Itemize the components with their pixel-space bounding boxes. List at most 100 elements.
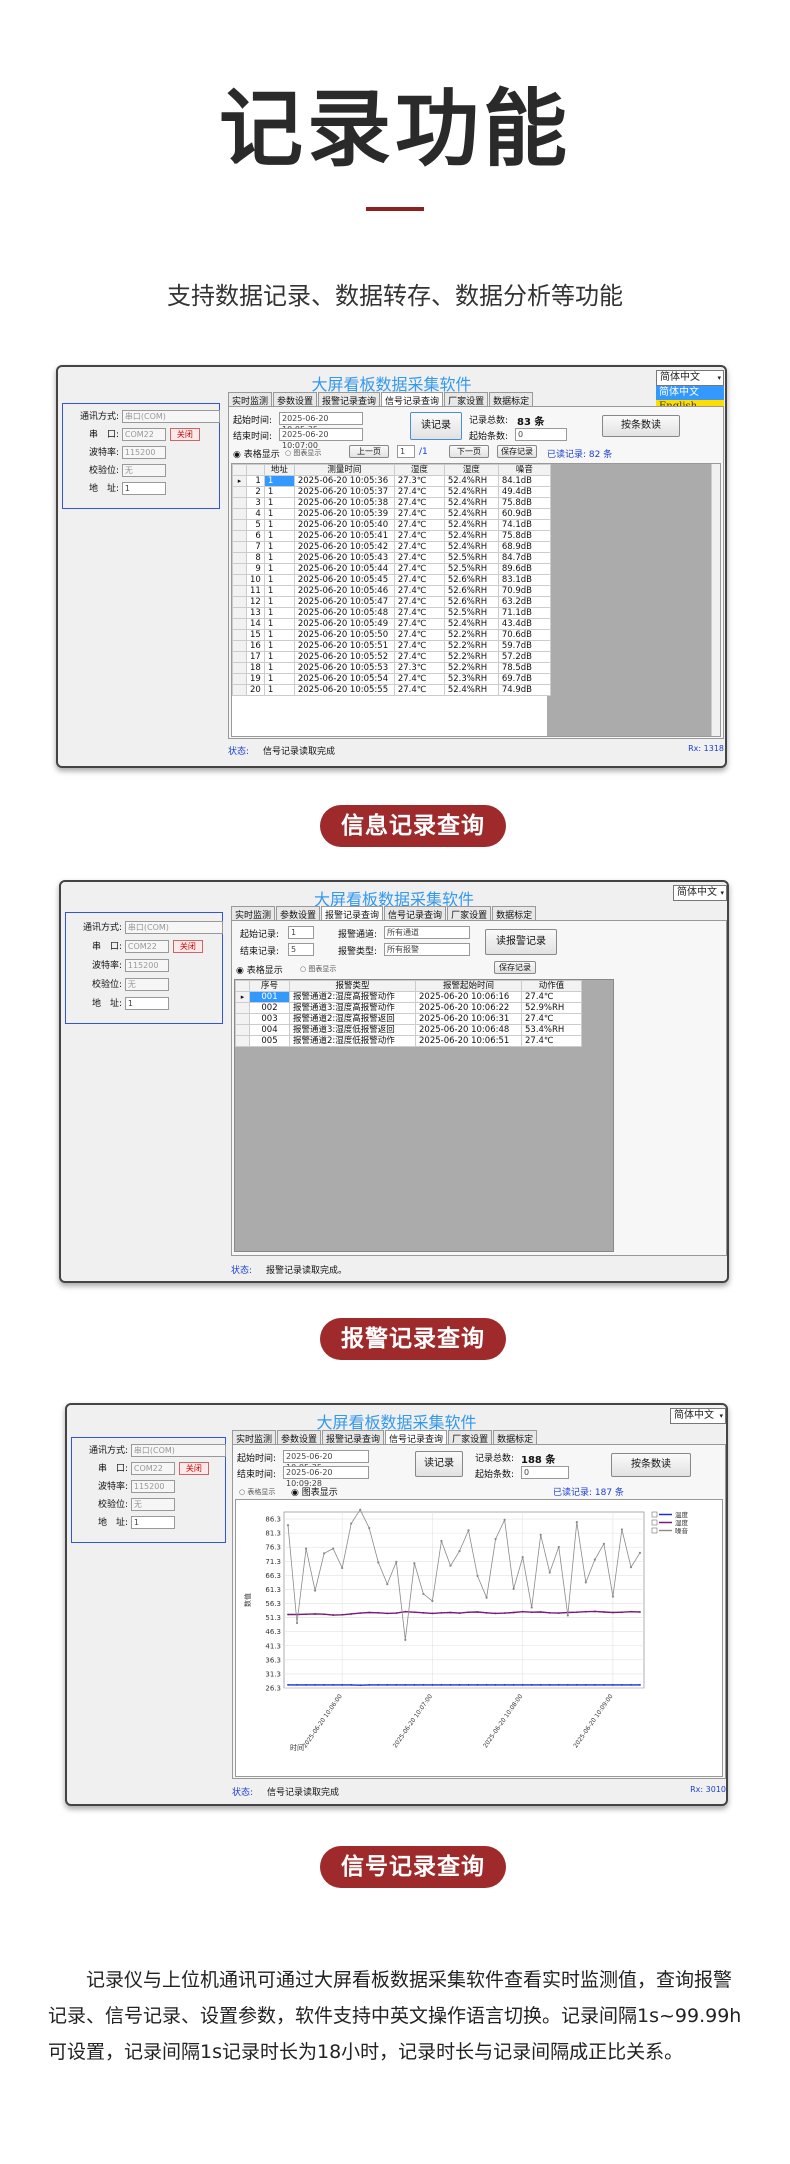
parity-select[interactable]: 无: [124, 978, 169, 991]
language-select[interactable]: 简体中文 ▾: [673, 885, 727, 901]
close-port-button[interactable]: 关闭: [169, 428, 200, 441]
column-header[interactable]: 报警类型: [289, 980, 416, 992]
port-select[interactable]: COM22: [121, 428, 166, 441]
baud-select[interactable]: 115200: [124, 959, 169, 972]
table-row[interactable]: 9 1 2025-06-20 10:05:44 27.4℃ 52.5%RH 89.6dB: [232, 563, 551, 575]
table-row[interactable]: 17 1 2025-06-20 10:05:52 27.4℃ 52.2%RH 57.2dB: [232, 651, 551, 663]
chart-display-radio[interactable]: ○ 图表显示: [285, 448, 321, 458]
row-selector[interactable]: ▸: [232, 475, 247, 487]
row-selector[interactable]: [235, 1035, 250, 1047]
next-page-button[interactable]: 下一页: [449, 445, 489, 458]
table-row[interactable]: 13 1 2025-06-20 10:05:48 27.4℃ 52.5%RH 71.1dB: [232, 607, 551, 619]
row-selector[interactable]: [232, 508, 247, 520]
vertical-scrollbar[interactable]: [711, 464, 720, 736]
table-row[interactable]: 5 1 2025-06-20 10:05:40 27.4℃ 52.4%RH 74.1dB: [232, 519, 551, 531]
row-selector[interactable]: [235, 1024, 250, 1036]
row-selector[interactable]: [232, 596, 247, 608]
row-selector[interactable]: [232, 552, 247, 564]
comm-mode-select[interactable]: 串口(COM): [124, 921, 223, 934]
alarm-type-select[interactable]: 所有报警: [384, 943, 470, 956]
table-row[interactable]: 7 1 2025-06-20 10:05:42 27.4℃ 52.4%RH 68.9dB: [232, 541, 551, 553]
column-header[interactable]: 湿度: [443, 464, 499, 476]
row-selector[interactable]: [232, 629, 247, 641]
table-row[interactable]: 18 1 2025-06-20 10:05:53 27.3℃ 52.2%RH 78.5dB: [232, 662, 551, 674]
row-selector[interactable]: [232, 618, 247, 630]
start-time-input[interactable]: 2025-06-20 10:05:35: [283, 1450, 369, 1472]
table-row[interactable]: 004 报警通道3:湿度低报警返回 2025-06-20 10:06:48 53.4%…: [235, 1024, 582, 1036]
column-header[interactable]: 动作值: [521, 980, 582, 992]
port-select[interactable]: COM22: [124, 940, 169, 953]
start-no-input[interactable]: 0: [521, 1466, 569, 1479]
language-select[interactable]: 简体中文 ▾: [670, 1408, 726, 1424]
alarm-channel-select[interactable]: 所有通道: [384, 926, 470, 939]
address-input[interactable]: 1: [124, 997, 169, 1010]
table-row[interactable]: 003 报警通道2:湿度高报警返回 2025-06-20 10:06:31 27.4℃: [235, 1013, 582, 1025]
language-select[interactable]: 简体中文 ▾: [656, 370, 724, 386]
baud-select[interactable]: 115200: [130, 1480, 175, 1493]
comm-mode-select[interactable]: 串口(COM): [130, 1444, 226, 1457]
table-row[interactable]: 002 报警通道3:湿度高报警动作 2025-06-20 10:06:22 52.9%…: [235, 1002, 582, 1014]
row-selector[interactable]: [232, 497, 247, 509]
table-row[interactable]: ▸ 001 报警通道2:湿度高报警动作 2025-06-20 10:06:16 27.4…: [235, 991, 582, 1003]
page-input[interactable]: 1: [397, 445, 415, 458]
table-row[interactable]: 2 1 2025-06-20 10:05:37 27.4℃ 52.4%RH 49.4dB: [232, 486, 551, 498]
row-selector[interactable]: [232, 651, 247, 663]
table-row[interactable]: 10 1 2025-06-20 10:05:45 27.4℃ 52.6%RH 83.1dB: [232, 574, 551, 586]
column-header[interactable]: 测量时间: [293, 464, 395, 476]
save-records-button[interactable]: 保存记录: [497, 445, 537, 458]
row-selector[interactable]: [232, 563, 247, 575]
table-row[interactable]: 4 1 2025-06-20 10:05:39 27.4℃ 52.4%RH 60.9dB: [232, 508, 551, 520]
column-header[interactable]: 噪音: [497, 464, 551, 476]
table-display-radio[interactable]: ○ 表格显示: [239, 1487, 275, 1497]
address-input[interactable]: 1: [121, 482, 166, 495]
table-row[interactable]: 16 1 2025-06-20 10:05:51 27.4℃ 52.2%RH 59.7dB: [232, 640, 551, 652]
table-row[interactable]: 15 1 2025-06-20 10:05:50 27.4℃ 52.2%RH 70.6dB: [232, 629, 551, 641]
row-selector[interactable]: [232, 585, 247, 597]
row-selector[interactable]: ▸: [235, 991, 250, 1003]
chart-display-radio[interactable]: ○ 图表显示: [300, 964, 336, 974]
row-selector[interactable]: [232, 607, 247, 619]
close-port-button[interactable]: 关闭: [172, 940, 203, 953]
start-no-input[interactable]: 0: [515, 428, 567, 441]
row-selector[interactable]: [232, 673, 247, 685]
table-row[interactable]: 005 报警通道2:湿度低报警动作 2025-06-20 10:06:51 27.4℃: [235, 1035, 582, 1047]
row-selector[interactable]: [232, 486, 247, 498]
table-row[interactable]: 19 1 2025-06-20 10:05:54 27.4℃ 52.3%RH 69.7dB: [232, 673, 551, 685]
port-select[interactable]: COM22: [130, 1462, 175, 1475]
save-records-button[interactable]: 保存记录: [494, 961, 536, 974]
comm-mode-select[interactable]: 串口(COM): [121, 410, 220, 423]
language-option-zh[interactable]: 简体中文: [656, 386, 724, 400]
baud-select[interactable]: 115200: [121, 446, 166, 459]
table-row[interactable]: 3 1 2025-06-20 10:05:38 27.4℃ 52.4%RH 75.8dB: [232, 497, 551, 509]
table-row[interactable]: 8 1 2025-06-20 10:05:43 27.4℃ 52.5%RH 84.7dB: [232, 552, 551, 564]
column-header[interactable]: 地址: [263, 464, 295, 476]
prev-page-button[interactable]: 上一页: [349, 445, 389, 458]
read-records-button[interactable]: 读记录: [415, 1451, 463, 1477]
table-row[interactable]: ▸ 1 1 2025-06-20 10:05:36 27.3℃ 52.4%RH 84.1dB: [232, 475, 551, 487]
row-selector[interactable]: [232, 574, 247, 586]
read-by-count-button[interactable]: 按条数读: [602, 415, 680, 437]
table-row[interactable]: 14 1 2025-06-20 10:05:49 27.4℃ 52.4%RH 43.4dB: [232, 618, 551, 630]
row-selector[interactable]: [232, 541, 247, 553]
table-display-radio[interactable]: ◉ 表格显示: [236, 963, 283, 976]
table-row[interactable]: 20 1 2025-06-20 10:05:55 27.4℃ 52.4%RH 74.9dB: [232, 684, 551, 696]
chart-display-radio[interactable]: ◉ 图表显示: [291, 1485, 338, 1498]
parity-select[interactable]: 无: [121, 464, 166, 477]
table-display-radio[interactable]: ◉ 表格显示: [233, 447, 280, 460]
row-selector[interactable]: [235, 1002, 250, 1014]
row-selector[interactable]: [232, 684, 247, 696]
read-records-button[interactable]: 读记录: [410, 412, 462, 440]
read-alarm-button[interactable]: 读报警记录: [485, 929, 557, 955]
row-selector[interactable]: [232, 640, 247, 652]
start-record-input[interactable]: 1: [288, 926, 314, 939]
row-selector[interactable]: [232, 662, 247, 674]
close-port-button[interactable]: 关闭: [178, 1462, 209, 1475]
parity-select[interactable]: 无: [130, 1498, 175, 1511]
column-header[interactable]: 湿度: [393, 464, 445, 476]
end-record-input[interactable]: 5: [288, 943, 314, 956]
table-row[interactable]: 6 1 2025-06-20 10:05:41 27.4℃ 52.4%RH 75.8dB: [232, 530, 551, 542]
table-row[interactable]: 11 1 2025-06-20 10:05:46 27.4℃ 52.6%RH 70.9dB: [232, 585, 551, 597]
read-by-count-button[interactable]: 按条数读: [611, 1453, 691, 1477]
table-row[interactable]: 12 1 2025-06-20 10:05:47 27.4℃ 52.6%RH 63.2dB: [232, 596, 551, 608]
end-time-input[interactable]: 2025-06-20 10:07:00: [279, 428, 363, 450]
